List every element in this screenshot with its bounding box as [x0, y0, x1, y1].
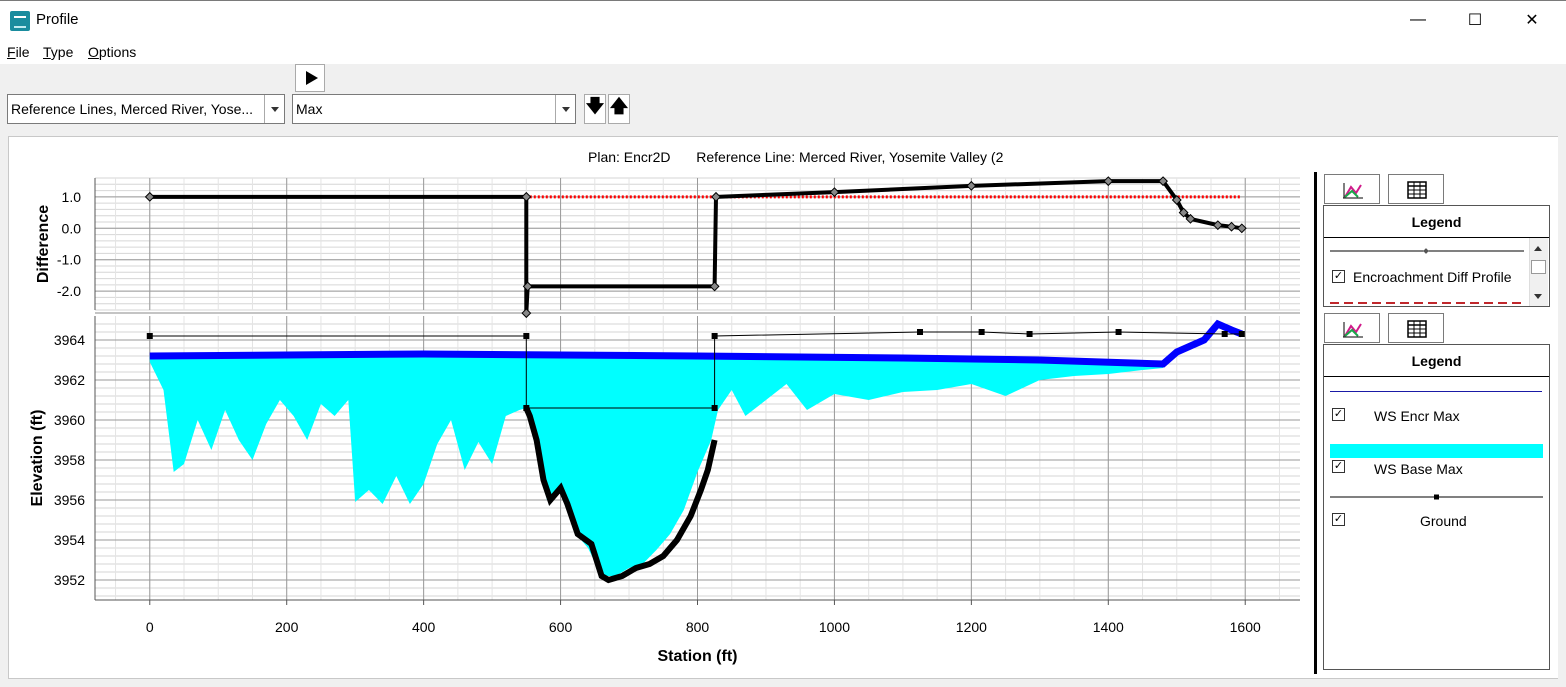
- diff-profile-marker: [1226, 221, 1237, 232]
- x-tick-label: 1600: [1230, 619, 1261, 635]
- x-tick-label: 800: [686, 619, 710, 635]
- ws-encr-marker: [146, 333, 153, 339]
- legend-swatch-ground: [1330, 494, 1543, 500]
- legend-swatch-diff: [1330, 248, 1524, 254]
- diff-profile-marker: [966, 180, 977, 191]
- ws-encr-checkbox[interactable]: ✓: [1332, 408, 1345, 421]
- panel-divider[interactable]: [1314, 172, 1317, 674]
- y-tick-label: 3960: [54, 412, 85, 428]
- scroll-thumb[interactable]: [1531, 260, 1546, 274]
- diff-profile-label: Encroachment Diff Profile: [1353, 269, 1512, 285]
- bottom-plot-view-button[interactable]: [1324, 313, 1380, 343]
- chart-icon: [1343, 183, 1363, 199]
- legend-swatch-ref: [1330, 302, 1524, 304]
- ws-encr-label: WS Encr Max: [1374, 408, 1460, 424]
- ws-encr-marker: [711, 405, 718, 411]
- y-tick-label: 3958: [54, 452, 85, 468]
- ground-checkbox[interactable]: ✓: [1332, 513, 1345, 526]
- y-tick-label: 0.0: [62, 220, 82, 236]
- diff-profile-marker: [829, 187, 840, 198]
- diff-profile-marker: [521, 191, 532, 202]
- x-tick-label: 1000: [819, 619, 850, 635]
- ws-encr-marker: [523, 405, 530, 411]
- y-tick-label: 3956: [54, 492, 85, 508]
- top-legend-title: Legend: [1411, 214, 1462, 230]
- window-edge: [1558, 134, 1566, 687]
- y-tick-label: -2.0: [57, 283, 81, 299]
- ws-base-checkbox[interactable]: ✓: [1332, 460, 1345, 473]
- ws-encr-marker: [1238, 331, 1245, 337]
- bottom-legend-title: Legend: [1411, 353, 1462, 369]
- x-tick-label: 400: [412, 619, 436, 635]
- bottom-table-view-button[interactable]: [1388, 313, 1444, 343]
- top-plot-view-button[interactable]: [1324, 174, 1380, 204]
- x-tick-label: 1400: [1093, 619, 1124, 635]
- ws-encr-marker: [917, 329, 924, 335]
- ground-label: Ground: [1420, 513, 1467, 529]
- table-icon: [1407, 181, 1427, 199]
- scroll-down-icon[interactable]: [1534, 294, 1542, 299]
- chart-icon: [1343, 322, 1363, 338]
- ws-encr-marker: [711, 333, 718, 339]
- y-tick-label: 1.0: [62, 189, 82, 205]
- ws-encr-marker: [1115, 329, 1122, 335]
- y-tick-label: 3962: [54, 372, 85, 388]
- y-tick-label: 3964: [54, 332, 85, 348]
- diff-profile-checkbox[interactable]: ✓: [1332, 270, 1345, 283]
- legend-swatch-ws-base: [1330, 444, 1543, 458]
- legend-swatch-ws-encr: [1330, 391, 1542, 392]
- top-legend-scrollbar[interactable]: [1529, 238, 1548, 306]
- top-table-view-button[interactable]: [1388, 174, 1444, 204]
- y-tick-label: -1.0: [57, 252, 81, 268]
- table-icon: [1407, 320, 1427, 338]
- top-legend: Legend ✓ Encroachment Diff Profile: [1323, 205, 1550, 307]
- ws-encr-marker: [1026, 331, 1033, 337]
- scroll-up-icon[interactable]: [1534, 246, 1542, 251]
- y-axis-label: Difference: [35, 205, 52, 283]
- ws-base-line: [149, 319, 1244, 368]
- x-tick-label: 600: [549, 619, 573, 635]
- x-tick-label: 0: [146, 619, 154, 635]
- bottom-legend: Legend ✓ WS Encr Max ✓ WS Base Max ✓ Gro…: [1323, 344, 1550, 670]
- x-tick-label: 1200: [956, 619, 987, 635]
- ws-encr-marker: [1221, 331, 1228, 337]
- ws-encr-marker: [978, 329, 985, 335]
- x-tick-label: 200: [275, 619, 299, 635]
- y-tick-label: 3954: [54, 532, 85, 548]
- x-axis-label: Station (ft): [658, 648, 738, 665]
- diff-profile-marker: [709, 281, 720, 292]
- ws-encr-marker: [523, 333, 530, 339]
- ws-base-label: WS Base Max: [1374, 461, 1463, 477]
- y-tick-label: 3952: [54, 572, 85, 588]
- diff-profile-marker: [711, 191, 721, 202]
- diff-profile-marker: [144, 191, 155, 202]
- y-axis-label: Elevation (ft): [29, 410, 46, 507]
- ws-base-area: [149, 354, 1164, 576]
